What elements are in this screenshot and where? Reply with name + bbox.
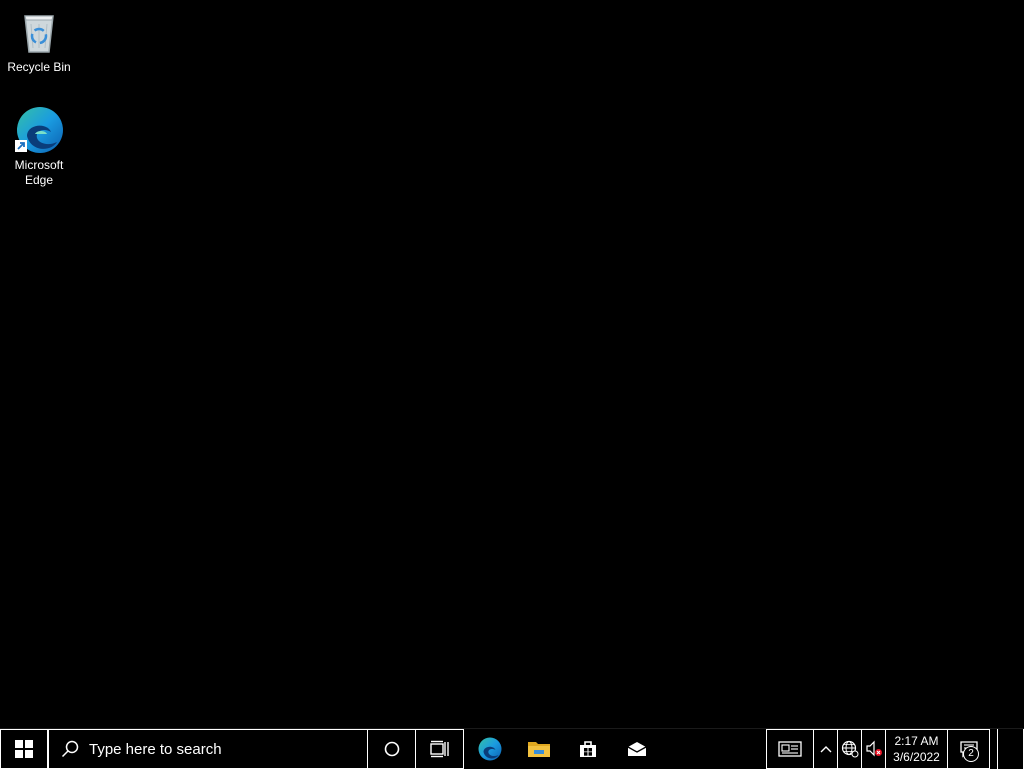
taskbar-store-button[interactable]: [564, 729, 612, 769]
windows-logo-icon: [15, 740, 33, 758]
folder-icon: [528, 742, 550, 757]
chevron-up-icon: [820, 746, 831, 753]
edge-icon: [478, 737, 502, 761]
recycle-bin-label: Recycle Bin: [7, 60, 71, 74]
recycle-bin-icon: [24, 15, 54, 53]
start-button[interactable]: [0, 729, 48, 769]
show-hidden-icons-button[interactable]: [814, 729, 838, 769]
edge-desktop-icon[interactable]: Microsoft Edge: [2, 104, 76, 188]
search-icon: [61, 740, 79, 758]
edge-icon: [15, 107, 63, 153]
desktop: Recycle Bin Microsoft Edge: [0, 0, 1024, 728]
cortana-button[interactable]: [368, 729, 416, 769]
globe-network-icon: [841, 740, 858, 758]
action-center-button[interactable]: 2: [948, 729, 990, 769]
edge-desktop-label: Microsoft Edge: [14, 158, 64, 187]
clock-date: 3/6/2022: [893, 750, 940, 764]
recycle-bin-desktop-icon[interactable]: Recycle Bin: [2, 6, 76, 75]
search-placeholder: Type here to search: [89, 740, 222, 758]
volume-muted-icon: [865, 740, 882, 757]
news-widget-icon: [778, 741, 802, 757]
taskbar-end-area: [998, 729, 1024, 769]
store-bag-icon: [580, 741, 596, 757]
taskbar-file-explorer-button[interactable]: [514, 729, 564, 769]
task-view-button[interactable]: [416, 729, 464, 769]
show-desktop-button[interactable]: [990, 729, 998, 769]
clock-time: 2:17 AM: [894, 734, 939, 748]
mail-icon: [627, 742, 647, 756]
task-view-icon: [429, 740, 449, 758]
taskbar-edge-button[interactable]: [466, 729, 514, 769]
cortana-circle-icon: [384, 741, 399, 757]
taskbar-mail-button[interactable]: [612, 729, 662, 769]
taskbar: Type here to search 2:17 AM 3/6/2022 2: [0, 728, 1024, 769]
volume-button[interactable]: [862, 729, 886, 769]
news-widget-button[interactable]: [766, 729, 814, 769]
search-box[interactable]: Type here to search: [48, 729, 368, 769]
clock-button[interactable]: 2:17 AM 3/6/2022: [886, 729, 948, 769]
network-button[interactable]: [838, 729, 862, 769]
notification-count-badge: 2: [963, 746, 979, 762]
